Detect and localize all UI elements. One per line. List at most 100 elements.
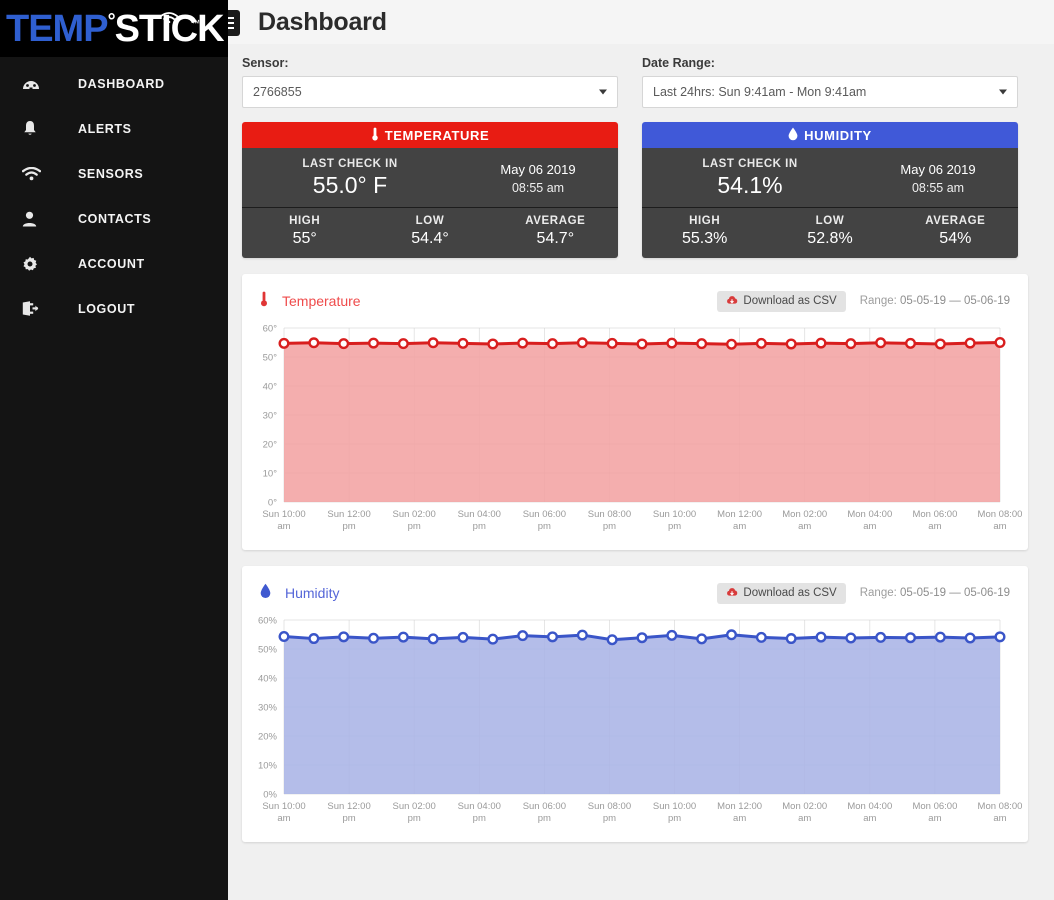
svg-text:pm: pm — [538, 813, 551, 824]
stat-label: LOW — [415, 215, 445, 227]
download-csv-button-temperature[interactable]: Download as CSV — [717, 290, 846, 312]
svg-text:Mon 08:00: Mon 08:00 — [978, 801, 1022, 812]
brand-logo[interactable]: TEMP°STICK ™ — [0, 0, 228, 57]
sensor-select-value: 2766855 — [253, 85, 302, 99]
app-root: TEMP°STICK ™ DASHBOARD ALERTS SENSORS CO… — [0, 0, 1054, 900]
svg-text:pm: pm — [408, 813, 421, 824]
dashboard-icon — [22, 76, 48, 92]
cloud-download-icon — [726, 295, 738, 308]
svg-text:pm: pm — [668, 521, 681, 532]
temperature-stat-card: TEMPERATURE LAST CHECK IN 55.0° F May 06… — [242, 122, 618, 258]
svg-text:Sun 08:00: Sun 08:00 — [588, 801, 631, 812]
svg-text:pm: pm — [668, 813, 681, 824]
sidebar-item-alerts[interactable]: ALERTS — [0, 106, 228, 151]
last-check-in-time: 08:55 am — [911, 181, 965, 195]
temperature-chart[interactable]: 0° 10° 20° 30° 40° 50° 60° Sun 10:00 am Sun 12:00… — [242, 320, 1028, 550]
stat-label: HIGH — [289, 215, 321, 227]
svg-text:Mon 12:00: Mon 12:00 — [717, 801, 762, 812]
chevron-down-icon — [999, 89, 1007, 95]
sidebar-item-contacts[interactable]: CONTACTS — [0, 196, 228, 241]
svg-text:am: am — [993, 521, 1006, 532]
date-range-select-value: Last 24hrs: Sun 9:41am - Mon 9:41am — [653, 85, 867, 99]
svg-text:am: am — [277, 521, 290, 532]
range-value: 05-05-19 — 05-06-19 — [900, 295, 1010, 307]
svg-text:pm: pm — [342, 521, 355, 532]
svg-text:am: am — [993, 813, 1006, 824]
stat-cards-row: TEMPERATURE LAST CHECK IN 55.0° F May 06… — [228, 108, 1054, 258]
date-range-select[interactable]: Last 24hrs: Sun 9:41am - Mon 9:41am — [642, 76, 1018, 108]
temperature-panel-title: Temperature — [282, 293, 361, 309]
temperature-range: Range: 05-05-19 — 05-06-19 — [860, 295, 1010, 307]
filters-row: Sensor: 2766855 Date Range: Last 24hrs: … — [228, 44, 1054, 108]
svg-text:Mon 02:00: Mon 02:00 — [782, 801, 827, 812]
sidebar-item-label: ACCOUNT — [78, 256, 145, 271]
temperature-card-header: TEMPERATURE — [242, 122, 618, 148]
svg-text:am: am — [733, 521, 746, 532]
svg-text:pm: pm — [603, 521, 616, 532]
sensor-select[interactable]: 2766855 — [242, 76, 618, 108]
svg-text:Sun 06:00: Sun 06:00 — [523, 801, 566, 812]
topbar: Dashboard — [228, 0, 1054, 44]
date-range-label: Date Range: — [642, 56, 715, 70]
page-title: Dashboard — [258, 7, 387, 36]
cloud-download-icon — [726, 587, 738, 600]
stat-value: 54.4° — [411, 230, 449, 247]
svg-text:am: am — [928, 521, 941, 532]
main-content: Dashboard Sensor: 2766855 Date Range: La… — [228, 0, 1054, 900]
last-check-in-value: 55.0° F — [312, 172, 388, 198]
sidebar-item-label: CONTACTS — [78, 211, 152, 226]
range-label: Range: — [859, 587, 897, 599]
svg-text:Mon 02:00: Mon 02:00 — [782, 509, 827, 520]
svg-text:am: am — [798, 521, 811, 532]
svg-text:Sun 04:00: Sun 04:00 — [458, 801, 501, 812]
svg-text:am: am — [733, 813, 746, 824]
sidebar-item-logout[interactable]: LOGOUT — [0, 286, 228, 331]
sensor-field: Sensor: 2766855 — [242, 56, 618, 108]
svg-text:Sun 02:00: Sun 02:00 — [393, 509, 436, 520]
svg-text:pm: pm — [538, 521, 551, 532]
svg-text:60%: 60% — [258, 616, 278, 627]
range-label: Range: — [859, 295, 897, 307]
brand-text-temp: TEMP — [6, 7, 109, 50]
stat-value: 52.8% — [807, 230, 853, 247]
stat-value: 55° — [292, 230, 317, 247]
humidity-chart[interactable]: 0% 10% 20% 30% 40% 50% 60% Sun 10:00 am Sun 12:00… — [242, 612, 1028, 842]
temperature-chart-panel: Temperature Download as CSV Range: 05-05… — [242, 274, 1028, 550]
range-value: 05-05-19 — 05-06-19 — [900, 587, 1010, 599]
stat-low: LOW 52.8% — [767, 215, 892, 248]
svg-text:am: am — [798, 813, 811, 824]
svg-text:Sun 12:00: Sun 12:00 — [327, 509, 370, 520]
svg-text:30°: 30° — [263, 411, 278, 422]
sidebar-item-account[interactable]: ACCOUNT — [0, 241, 228, 286]
stat-label: HIGH — [689, 215, 721, 227]
svg-text:Sun 06:00: Sun 06:00 — [523, 509, 566, 520]
hamburger-icon[interactable] — [228, 10, 240, 36]
logout-icon — [22, 301, 48, 316]
humidity-panel-title: Humidity — [285, 585, 340, 601]
droplet-icon — [788, 127, 798, 144]
last-check-in-label: LAST CHECK IN — [302, 158, 398, 170]
download-csv-label: Download as CSV — [743, 295, 837, 307]
svg-text:Sun 10:00: Sun 10:00 — [262, 509, 305, 520]
svg-text:60°: 60° — [263, 324, 278, 335]
humidity-card-title: HUMIDITY — [804, 127, 872, 143]
last-check-in-label: LAST CHECK IN — [702, 158, 798, 170]
last-check-in-time: 08:55 am — [511, 181, 565, 195]
sidebar-nav: DASHBOARD ALERTS SENSORS CONTACTS ACCOUN… — [0, 57, 228, 331]
svg-text:30%: 30% — [258, 703, 278, 714]
humidity-range: Range: 05-05-19 — 05-06-19 — [860, 587, 1010, 599]
wifi-icon — [22, 166, 48, 181]
sidebar-item-sensors[interactable]: SENSORS — [0, 151, 228, 196]
user-icon — [22, 211, 48, 227]
svg-text:Sun 12:00: Sun 12:00 — [327, 801, 370, 812]
svg-text:40%: 40% — [258, 674, 278, 685]
svg-text:Mon 04:00: Mon 04:00 — [847, 509, 892, 520]
download-csv-button-humidity[interactable]: Download as CSV — [717, 582, 846, 604]
svg-text:0%: 0% — [263, 790, 277, 801]
stat-average: AVERAGE 54% — [893, 215, 1018, 248]
svg-text:50°: 50° — [263, 353, 278, 364]
svg-text:am: am — [863, 521, 876, 532]
date-range-field: Date Range: Last 24hrs: Sun 9:41am - Mon… — [642, 56, 1018, 108]
sidebar-item-dashboard[interactable]: DASHBOARD — [0, 61, 228, 106]
stat-value: 54% — [939, 230, 972, 247]
